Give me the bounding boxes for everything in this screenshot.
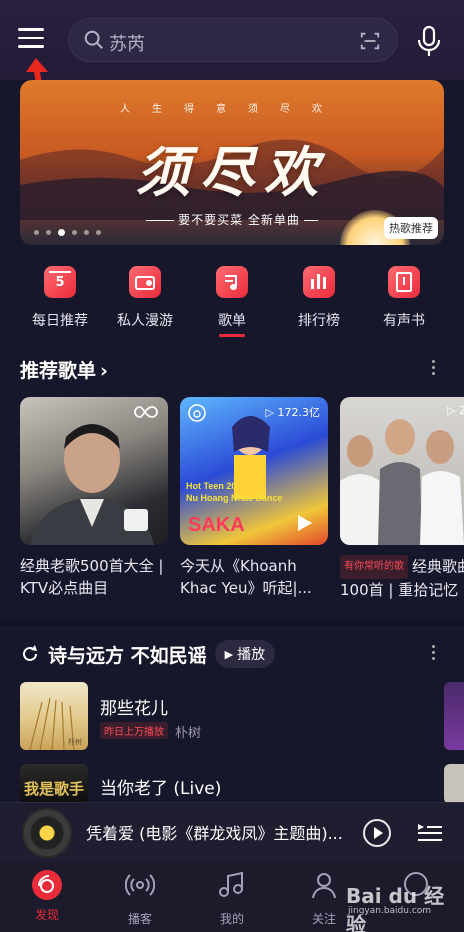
mini-player[interactable]: 凭着爱 (电影《群龙戏凤》主题曲)... xyxy=(0,802,464,862)
tab-podcast[interactable]: 播客 xyxy=(110,870,170,927)
next-column-cover[interactable] xyxy=(444,764,464,804)
quick-entries: 5 每日推荐 私人漫游 歌单 排行榜 有声书 xyxy=(0,266,464,336)
chart-bars-icon xyxy=(303,266,335,298)
song-title: 当你老了 (Live) xyxy=(100,779,222,799)
calendar-icon: 5 xyxy=(44,266,76,298)
playlist-title: 有你常听的歌经典歌曲100首 | 重拾记忆 xyxy=(340,555,464,601)
quick-daily-recommend[interactable]: 5 每日推荐 xyxy=(16,266,104,330)
folk-section-title: 诗与远方 不如民谣 ▶ 播放 xyxy=(20,640,276,668)
svg-text:我是歌手: 我是歌手 xyxy=(24,780,84,798)
search-bar[interactable]: 苏芮 xyxy=(68,18,398,62)
quick-audiobook[interactable]: 有声书 xyxy=(360,266,448,330)
quick-charts[interactable]: 排行榜 xyxy=(275,266,363,330)
top-bar: 苏芮 xyxy=(0,0,464,80)
folk-more-icon[interactable] xyxy=(432,645,436,663)
netease-logo-icon xyxy=(188,404,206,422)
quick-private-roam[interactable]: 私人漫游 xyxy=(101,266,189,330)
playlist-card[interactable]: Hot Teen 20 Nu Hoang Nhac Dance SAKA ▷ 1… xyxy=(180,397,328,599)
voice-mic-icon[interactable] xyxy=(414,24,444,58)
tab-follow[interactable]: 关注 xyxy=(294,870,354,927)
playlist-cards: 经典老歌500首大全 | KTV必点曲目 Hot Teen 20 Nu Hoan… xyxy=(20,397,464,607)
active-entry-indicator xyxy=(219,334,245,337)
album-disc xyxy=(22,808,72,858)
radio-icon xyxy=(129,266,161,298)
playlist-title: 经典老歌500首大全 | KTV必点曲目 xyxy=(20,557,164,597)
playlist-cover: ▷ 218 xyxy=(340,397,464,545)
baidu-watermark: Bai du 经验 jingyan.baidu.com xyxy=(346,884,445,932)
banner-headline: 须尽欢 xyxy=(136,140,328,204)
next-column-cover[interactable] xyxy=(444,682,464,750)
banner-carousel[interactable]: 人生得意须尽欢 须尽欢 要不要买菜 全新单曲 热歌推荐 xyxy=(20,80,444,245)
play-count: ▷ 172.3亿 xyxy=(265,406,320,419)
carousel-dots xyxy=(34,229,101,236)
song-cover: 朴树 xyxy=(20,682,88,750)
song-artist: 朴树 xyxy=(175,726,202,741)
quick-playlist[interactable]: 歌单 xyxy=(188,266,276,330)
section-divider xyxy=(0,620,464,626)
recommended-more-icon[interactable] xyxy=(432,360,436,378)
scan-icon[interactable] xyxy=(359,30,381,52)
tab-discover[interactable]: 发现 xyxy=(17,870,77,923)
playlist-cover: Hot Teen 20 Nu Hoang Nhac Dance SAKA ▷ 1… xyxy=(180,397,328,545)
banner-tag: 热歌推荐 xyxy=(384,217,438,239)
discover-icon xyxy=(32,870,62,900)
banner-caption: 要不要买菜 全新单曲 xyxy=(20,211,444,228)
audiobook-icon xyxy=(388,266,420,298)
play-button[interactable] xyxy=(363,819,391,847)
user-icon xyxy=(312,873,336,899)
song-cover: 我是歌手 xyxy=(20,764,88,804)
loop-icon xyxy=(134,406,158,418)
podcast-icon xyxy=(124,874,156,896)
playlist-queue-icon[interactable] xyxy=(418,821,442,843)
tab-mine[interactable]: 我的 xyxy=(202,870,262,927)
playlist-card[interactable]: ▷ 218 有你常听的歌经典歌曲100首 | 重拾记忆 xyxy=(340,397,464,601)
playlist-cover xyxy=(20,397,168,545)
svg-text:朴树: 朴树 xyxy=(68,737,82,746)
recommended-section-title[interactable]: 推荐歌单 › xyxy=(20,356,108,383)
search-placeholder: 苏芮 xyxy=(109,34,145,55)
song-title: 那些花儿 xyxy=(100,699,168,719)
playlist-title: 今天从《Khoanh Khac Yeu》听起|... xyxy=(180,557,312,597)
play-all-button[interactable]: ▶ 播放 xyxy=(214,640,276,668)
search-icon xyxy=(84,30,103,49)
music-note-icon xyxy=(219,871,243,897)
playlist-card[interactable]: 经典老歌500首大全 | KTV必点曲目 xyxy=(20,397,168,599)
banner-subtitle: 人生得意须尽欢 xyxy=(120,104,344,115)
svg-text:Hot Teen 20: Hot Teen 20 xyxy=(186,481,236,491)
refresh-icon[interactable] xyxy=(20,644,40,664)
svg-text:Nu Hoang Nhac Dance: Nu Hoang Nhac Dance xyxy=(186,493,283,503)
svg-text:SAKA: SAKA xyxy=(188,514,245,536)
playlist-icon xyxy=(216,266,248,298)
menu-icon[interactable] xyxy=(18,28,44,50)
song-row[interactable]: 朴树 那些花儿 昨日上万播放 朴树 xyxy=(20,682,440,752)
now-playing-title: 凭着爱 (电影《群龙戏凤》主题曲)... xyxy=(86,824,343,843)
play-count: ▷ 218 xyxy=(447,404,464,417)
hot-badge: 昨日上万播放 xyxy=(100,722,168,739)
